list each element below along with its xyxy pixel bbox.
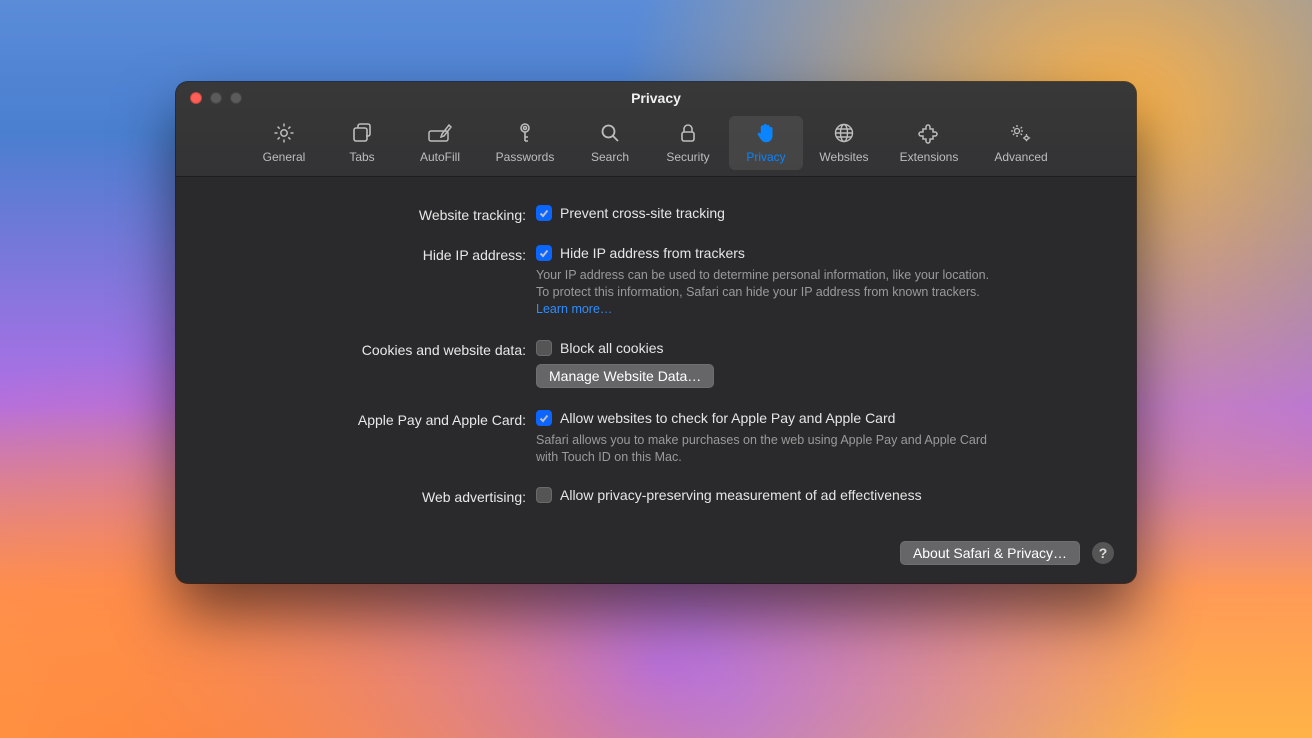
footer: About Safari & Privacy… ? xyxy=(176,537,1136,583)
checkbox-label: Prevent cross-site tracking xyxy=(560,205,725,221)
preferences-window: Privacy General Tab xyxy=(176,82,1136,583)
preferences-toolbar: General Tabs AutoFill xyxy=(176,114,1136,176)
tab-passwords[interactable]: Passwords xyxy=(481,116,569,170)
checkbox-block-all-cookies[interactable] xyxy=(536,340,552,356)
tab-label: Tabs xyxy=(349,150,374,164)
window-title: Privacy xyxy=(176,82,1136,114)
row-cookies: Cookies and website data: Block all cook… xyxy=(216,340,1096,388)
tab-advanced[interactable]: Advanced xyxy=(977,116,1065,170)
tab-label: Search xyxy=(591,150,629,164)
label-hide-ip: Hide IP address: xyxy=(216,245,536,318)
label-apple-pay: Apple Pay and Apple Card: xyxy=(216,410,536,466)
titlebar: Privacy General Tab xyxy=(176,82,1136,177)
tab-label: Extensions xyxy=(900,150,959,164)
row-hide-ip: Hide IP address: Hide IP address from tr… xyxy=(216,245,1096,318)
gears-icon xyxy=(1008,120,1034,146)
learn-more-link[interactable]: Learn more… xyxy=(536,302,612,316)
tab-label: Websites xyxy=(819,150,868,164)
tab-extensions[interactable]: Extensions xyxy=(885,116,973,170)
lock-icon xyxy=(675,120,701,146)
search-icon xyxy=(597,120,623,146)
tab-label: Advanced xyxy=(994,150,1047,164)
checkbox-allow-ad-measurement[interactable] xyxy=(536,487,552,503)
tab-label: AutoFill xyxy=(420,150,460,164)
tab-tabs[interactable]: Tabs xyxy=(325,116,399,170)
about-safari-privacy-button[interactable]: About Safari & Privacy… xyxy=(900,541,1080,565)
zoom-window-button[interactable] xyxy=(230,92,242,104)
manage-website-data-button[interactable]: Manage Website Data… xyxy=(536,364,714,388)
tab-general[interactable]: General xyxy=(247,116,321,170)
tab-autofill[interactable]: AutoFill xyxy=(403,116,477,170)
checkbox-prevent-cross-site-tracking[interactable] xyxy=(536,205,552,221)
tab-search[interactable]: Search xyxy=(573,116,647,170)
row-website-tracking: Website tracking: Prevent cross-site tra… xyxy=(216,205,1096,223)
tab-security[interactable]: Security xyxy=(651,116,725,170)
checkbox-allow-apple-pay-check[interactable] xyxy=(536,410,552,426)
hide-ip-description: Your IP address can be used to determine… xyxy=(536,267,996,318)
tab-websites[interactable]: Websites xyxy=(807,116,881,170)
label-cookies: Cookies and website data: xyxy=(216,340,536,388)
checkbox-label: Allow privacy-preserving measurement of … xyxy=(560,487,922,503)
gear-icon xyxy=(271,120,297,146)
tab-label: Passwords xyxy=(496,150,555,164)
tab-privacy[interactable]: Privacy xyxy=(729,116,803,170)
globe-icon xyxy=(831,120,857,146)
minimize-window-button[interactable] xyxy=(210,92,222,104)
label-web-advertising: Web advertising: xyxy=(216,487,536,505)
tab-label: Security xyxy=(666,150,709,164)
key-icon xyxy=(512,120,538,146)
checkbox-label: Block all cookies xyxy=(560,340,664,356)
row-web-advertising: Web advertising: Allow privacy-preservin… xyxy=(216,487,1096,505)
help-button[interactable]: ? xyxy=(1092,542,1114,564)
puzzle-icon xyxy=(916,120,942,146)
row-apple-pay: Apple Pay and Apple Card: Allow websites… xyxy=(216,410,1096,466)
apple-pay-description: Safari allows you to make purchases on t… xyxy=(536,432,996,466)
checkbox-hide-ip-from-trackers[interactable] xyxy=(536,245,552,261)
checkbox-label: Hide IP address from trackers xyxy=(560,245,745,261)
traffic-lights xyxy=(190,92,242,104)
tabs-icon xyxy=(349,120,375,146)
tab-label: Privacy xyxy=(746,150,785,164)
privacy-pane: Website tracking: Prevent cross-site tra… xyxy=(176,177,1136,537)
label-website-tracking: Website tracking: xyxy=(216,205,536,223)
hand-icon xyxy=(753,120,779,146)
tab-label: General xyxy=(263,150,306,164)
pencil-box-icon xyxy=(427,120,453,146)
close-window-button[interactable] xyxy=(190,92,202,104)
checkbox-label: Allow websites to check for Apple Pay an… xyxy=(560,410,895,426)
